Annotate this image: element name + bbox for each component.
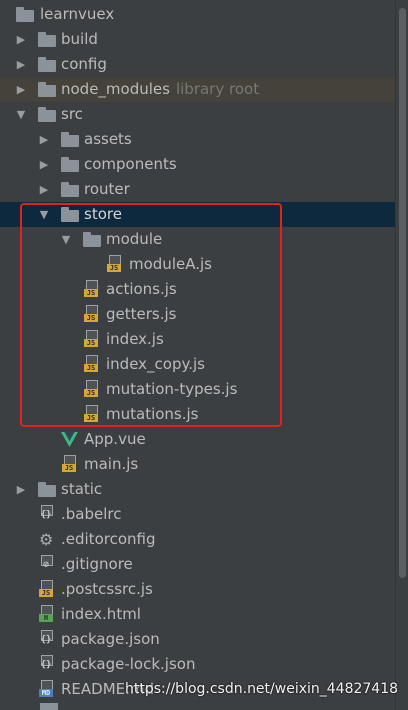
tree-item-index-js[interactable]: JS index.js <box>0 327 395 352</box>
tree-item-label: package-lock.json <box>61 655 196 673</box>
tree-item-label: index.js <box>106 330 164 348</box>
tree-item-label: src <box>61 105 83 123</box>
folder-icon <box>61 156 79 173</box>
folder-icon <box>38 481 56 498</box>
tree-item-editorconfig[interactable]: ⚙ .editorconfig <box>0 527 395 552</box>
tree-item-label: .postcssrc.js <box>61 580 153 598</box>
json-file-icon: {} <box>39 655 54 673</box>
folder-icon <box>38 31 56 48</box>
tree-item-label: App.vue <box>84 430 146 448</box>
tree-item-label: router <box>84 180 130 198</box>
tree-item-label: store <box>84 205 122 223</box>
tree-item-label: index.html <box>61 605 141 623</box>
chevron-down-icon[interactable]: ▼ <box>14 102 28 127</box>
chevron-down-icon[interactable]: ▼ <box>59 227 73 252</box>
js-file-icon: JS <box>39 580 54 598</box>
tree-item-build[interactable]: ▶ build <box>0 27 395 52</box>
tree-item-label: module <box>106 230 163 248</box>
tree-item-components[interactable]: ▶ components <box>0 152 395 177</box>
tree-item-app-vue[interactable]: App.vue <box>0 427 395 452</box>
html-file-icon: H <box>39 605 54 623</box>
library-root-hint: library root <box>175 80 260 98</box>
folder-icon <box>38 106 56 123</box>
chevron-right-icon[interactable]: ▶ <box>14 77 28 102</box>
tree-item-label: moduleA.js <box>129 255 212 273</box>
tree-item-module[interactable]: ▼ module <box>0 227 395 252</box>
watermark: https://blog.csdn.net/weixin_44827418 <box>125 681 399 697</box>
tree-item-label: index_copy.js <box>106 355 205 373</box>
tree-item-node-modules[interactable]: ▶ node_modules library root <box>0 77 395 102</box>
tree-item-getters-js[interactable]: JS getters.js <box>0 302 395 327</box>
js-file-icon: JS <box>62 455 77 473</box>
tree-item-partial <box>0 703 395 710</box>
chevron-right-icon[interactable]: ▶ <box>14 27 28 52</box>
tree-item-label: main.js <box>84 455 139 473</box>
tree-item-gitignore[interactable]: ⊘ .gitignore <box>0 552 395 577</box>
tree-item-modulea-js[interactable]: JS moduleA.js <box>0 252 395 277</box>
folder-icon <box>38 81 56 98</box>
json-file-icon: {} <box>39 630 54 648</box>
tree-item-main-js[interactable]: JS main.js <box>0 452 395 477</box>
project-tree: learnvuex ▶ build ▶ config ▶ node_module… <box>0 2 395 702</box>
tree-item-label: .editorconfig <box>61 530 156 548</box>
tree-item-label: build <box>61 30 98 48</box>
tree-item-label: actions.js <box>106 280 177 298</box>
tree-item-mutation-types-js[interactable]: JS mutation-types.js <box>0 377 395 402</box>
tree-item-label: config <box>61 55 107 73</box>
config-file-icon: {} <box>39 505 54 523</box>
folder-icon <box>61 181 79 198</box>
js-file-icon: JS <box>84 305 99 323</box>
tree-item-postcssrc-js[interactable]: JS .postcssrc.js <box>0 577 395 602</box>
vertical-scrollbar[interactable] <box>395 0 408 710</box>
tree-item-config[interactable]: ▶ config <box>0 52 395 77</box>
vue-icon <box>61 432 79 449</box>
folder-icon <box>83 231 101 248</box>
chevron-right-icon[interactable]: ▶ <box>37 127 51 152</box>
tree-item-label: node_modules <box>61 80 170 98</box>
tree-item-learnvuex[interactable]: learnvuex <box>0 2 395 27</box>
markdown-file-icon: MD <box>39 680 54 698</box>
tree-item-label: package.json <box>61 630 160 648</box>
folder-icon <box>16 6 34 23</box>
tree-item-label: .gitignore <box>61 555 133 573</box>
tree-item-actions-js[interactable]: JS actions.js <box>0 277 395 302</box>
chevron-right-icon[interactable]: ▶ <box>14 52 28 77</box>
gear-icon: ⚙ <box>39 530 54 549</box>
ignore-file-icon: ⊘ <box>39 555 54 573</box>
chevron-right-icon[interactable]: ▶ <box>14 477 28 502</box>
chevron-right-icon[interactable]: ▶ <box>37 177 51 202</box>
tree-item-index-html[interactable]: H index.html <box>0 602 395 627</box>
js-file-icon: JS <box>84 405 99 423</box>
tree-item-index-copy-js[interactable]: JS index_copy.js <box>0 352 395 377</box>
tree-item-router[interactable]: ▶ router <box>0 177 395 202</box>
tree-item-src[interactable]: ▼ src <box>0 102 395 127</box>
tree-item-label: mutation-types.js <box>106 380 238 398</box>
tree-item-label: static <box>61 480 103 498</box>
tree-item-package-lock-json[interactable]: {} package-lock.json <box>0 652 395 677</box>
tree-item-store[interactable]: ▼ store <box>0 202 395 227</box>
js-file-icon: JS <box>84 355 99 373</box>
folder-icon <box>61 206 79 223</box>
tree-item-static[interactable]: ▶ static <box>0 477 395 502</box>
js-file-icon: JS <box>84 330 99 348</box>
tree-item-mutations-js[interactable]: JS mutations.js <box>0 402 395 427</box>
chevron-down-icon[interactable]: ▼ <box>37 202 51 227</box>
chevron-right-icon[interactable]: ▶ <box>37 152 51 177</box>
js-file-icon: JS <box>84 380 99 398</box>
js-file-icon: JS <box>107 255 122 273</box>
folder-icon <box>61 131 79 148</box>
tree-item-label: mutations.js <box>106 405 199 423</box>
scrollbar-thumb[interactable] <box>399 8 406 578</box>
tree-item-babelrc[interactable]: {} .babelrc <box>0 502 395 527</box>
js-file-icon: JS <box>84 280 99 298</box>
tree-item-label: getters.js <box>106 305 177 323</box>
tree-item-label: components <box>84 155 177 173</box>
tree-item-label: assets <box>84 130 132 148</box>
tree-item-assets[interactable]: ▶ assets <box>0 127 395 152</box>
tree-item-label: learnvuex <box>40 5 115 23</box>
tree-item-package-json[interactable]: {} package.json <box>0 627 395 652</box>
folder-icon <box>38 56 56 73</box>
tree-item-label: .babelrc <box>61 505 122 523</box>
